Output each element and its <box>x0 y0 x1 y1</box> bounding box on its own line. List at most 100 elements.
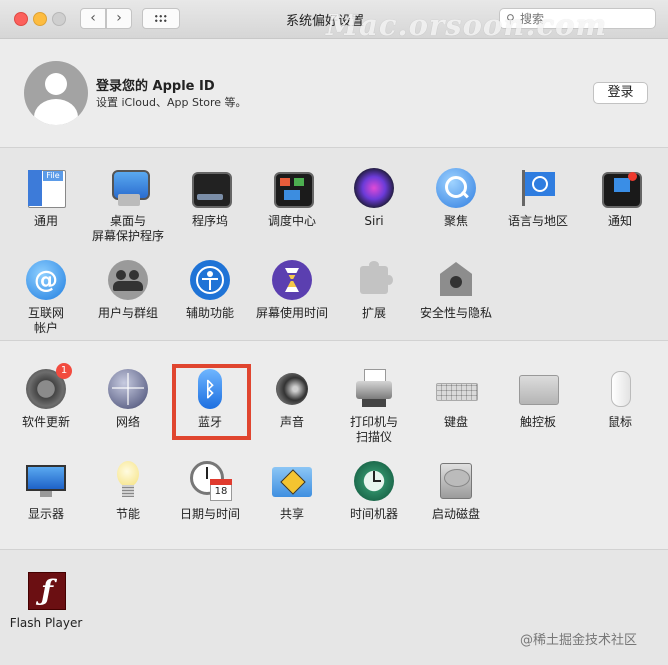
search-icon: ⚲ <box>506 12 515 26</box>
display-icon <box>26 461 66 501</box>
pref-mouse[interactable]: 鼠标 <box>579 369 661 430</box>
pref-notifications[interactable]: 通知 <box>579 168 661 229</box>
pref-keyboard[interactable]: 键盘 <box>415 369 497 430</box>
pref-label: 启动磁盘 <box>431 507 480 521</box>
chevron-right-icon: › <box>116 10 122 26</box>
pref-label: 扩展 <box>361 306 386 320</box>
internet-accounts-icon: @ <box>26 260 66 300</box>
users-icon <box>108 260 148 300</box>
apple-id-banner: 登录您的 Apple ID 设置 iCloud、App Store 等。 登录 <box>0 39 668 148</box>
trackpad-icon <box>518 369 559 409</box>
general-icon: File <box>26 168 66 208</box>
pref-label: 共享 <box>279 507 304 521</box>
notifications-icon <box>600 168 642 208</box>
pref-spotlight[interactable]: 聚焦 <box>415 168 497 229</box>
pref-language[interactable]: 语言与地区 <box>497 168 579 229</box>
pref-flash-player[interactable]: ƒ Flash Player <box>5 570 87 631</box>
pref-general[interactable]: File 通用 <box>5 168 87 229</box>
date-time-icon: 18 <box>190 461 232 501</box>
pref-network[interactable]: 网络 <box>87 369 169 430</box>
pref-users[interactable]: 用户与群组 <box>87 260 169 321</box>
pref-label: 时间机器 <box>349 507 398 521</box>
pref-sharing[interactable]: 共享 <box>251 461 333 522</box>
pref-internet-accounts[interactable]: @ 互联网 帐户 <box>5 260 87 336</box>
pref-siri[interactable]: Siri <box>333 168 415 229</box>
pref-printers[interactable]: 打印机与 扫描仪 <box>333 369 415 445</box>
login-button[interactable]: 登录 <box>593 82 648 104</box>
sharing-icon <box>272 461 312 501</box>
search-field[interactable]: ⚲ <box>499 8 656 29</box>
pref-software-update[interactable]: 1 软件更新 <box>5 363 87 430</box>
mission-control-icon <box>272 168 314 208</box>
minimize-button[interactable] <box>33 12 47 26</box>
pref-screen-time[interactable]: 屏幕使用时间 <box>251 260 333 321</box>
pref-label: 显示器 <box>27 507 64 521</box>
pref-extensions[interactable]: 扩展 <box>333 260 415 321</box>
back-button[interactable]: ‹ <box>80 8 106 29</box>
zoom-button[interactable] <box>52 12 66 26</box>
pref-label: 屏幕使用时间 <box>255 306 328 320</box>
pref-label: 语言与地区 <box>507 214 568 228</box>
apple-id-title: 登录您的 Apple ID <box>96 79 215 94</box>
pref-label: 调度中心 <box>267 214 316 228</box>
network-icon <box>108 369 148 409</box>
forward-button[interactable]: › <box>106 8 132 29</box>
pref-label: 网络 <box>115 415 140 429</box>
siri-icon <box>354 168 394 208</box>
screen-time-icon <box>272 260 312 300</box>
software-update-icon: 1 <box>26 363 72 409</box>
preferences-section-personal: File 通用 桌面与 屏幕保护程序 程序坞 调度中心 Siri 聚焦 语言与地… <box>0 148 668 341</box>
pref-label: 触控板 <box>519 415 556 429</box>
keyboard-icon <box>436 369 478 409</box>
show-all-button[interactable] <box>142 8 180 29</box>
pref-label: 通用 <box>33 214 58 228</box>
apple-id-subtitle: 设置 iCloud、App Store 等。 <box>96 96 247 109</box>
attribution: @稀土掘金技术社区 <box>520 633 638 648</box>
grid-icon <box>154 14 168 23</box>
dock-icon <box>190 168 232 208</box>
pref-trackpad[interactable]: 触控板 <box>497 369 579 430</box>
desktop-icon <box>108 168 150 208</box>
pref-date-time[interactable]: 18 日期与时间 <box>169 461 251 522</box>
pref-label: 节能 <box>115 507 140 521</box>
spotlight-icon <box>436 168 476 208</box>
sound-icon <box>272 369 312 409</box>
highlight-box <box>172 364 251 440</box>
pref-time-machine[interactable]: 时间机器 <box>333 461 415 522</box>
preferences-section-hardware: 1 软件更新 网络 ᛒ 蓝牙 声音 打印机与 扫描仪 键盘 触控板 鼠标 显示器… <box>0 341 668 550</box>
pref-displays[interactable]: 显示器 <box>5 461 87 522</box>
pref-label: 互联网 帐户 <box>27 306 64 335</box>
pref-dock[interactable]: 程序坞 <box>169 168 251 229</box>
pref-label: Flash Player <box>9 616 83 630</box>
accessibility-icon <box>190 260 230 300</box>
time-machine-icon <box>354 461 394 501</box>
pref-startup-disk[interactable]: 启动磁盘 <box>415 461 497 522</box>
pref-accessibility[interactable]: 辅助功能 <box>169 260 251 321</box>
pref-label: 键盘 <box>443 415 468 429</box>
avatar-body <box>34 99 78 125</box>
pref-label: 声音 <box>279 415 304 429</box>
pref-label: 软件更新 <box>21 415 70 429</box>
pref-label: 安全性与隐私 <box>419 306 492 320</box>
pref-mission-control[interactable]: 调度中心 <box>251 168 333 229</box>
pref-energy[interactable]: 节能 <box>87 461 169 522</box>
search-input[interactable] <box>520 10 650 27</box>
pref-desktop[interactable]: 桌面与 屏幕保护程序 <box>87 168 169 244</box>
printer-icon <box>354 369 394 409</box>
flash-icon: ƒ <box>26 570 66 610</box>
pref-security[interactable]: 安全性与隐私 <box>415 260 497 321</box>
pref-label: 桌面与 屏幕保护程序 <box>91 214 164 243</box>
pref-label: 通知 <box>607 214 632 228</box>
pref-label: 用户与群组 <box>97 306 158 320</box>
avatar[interactable] <box>24 61 88 125</box>
security-icon <box>436 260 476 300</box>
window-title: 系统偏好设置 <box>285 14 364 29</box>
energy-icon <box>108 461 148 501</box>
update-badge: 1 <box>56 363 72 379</box>
pref-sound[interactable]: 声音 <box>251 369 333 430</box>
startup-disk-icon <box>436 461 476 501</box>
close-button[interactable] <box>14 12 28 26</box>
avatar-head <box>45 73 67 95</box>
pref-label: 打印机与 扫描仪 <box>349 415 398 444</box>
pref-label: 日期与时间 <box>179 507 240 521</box>
